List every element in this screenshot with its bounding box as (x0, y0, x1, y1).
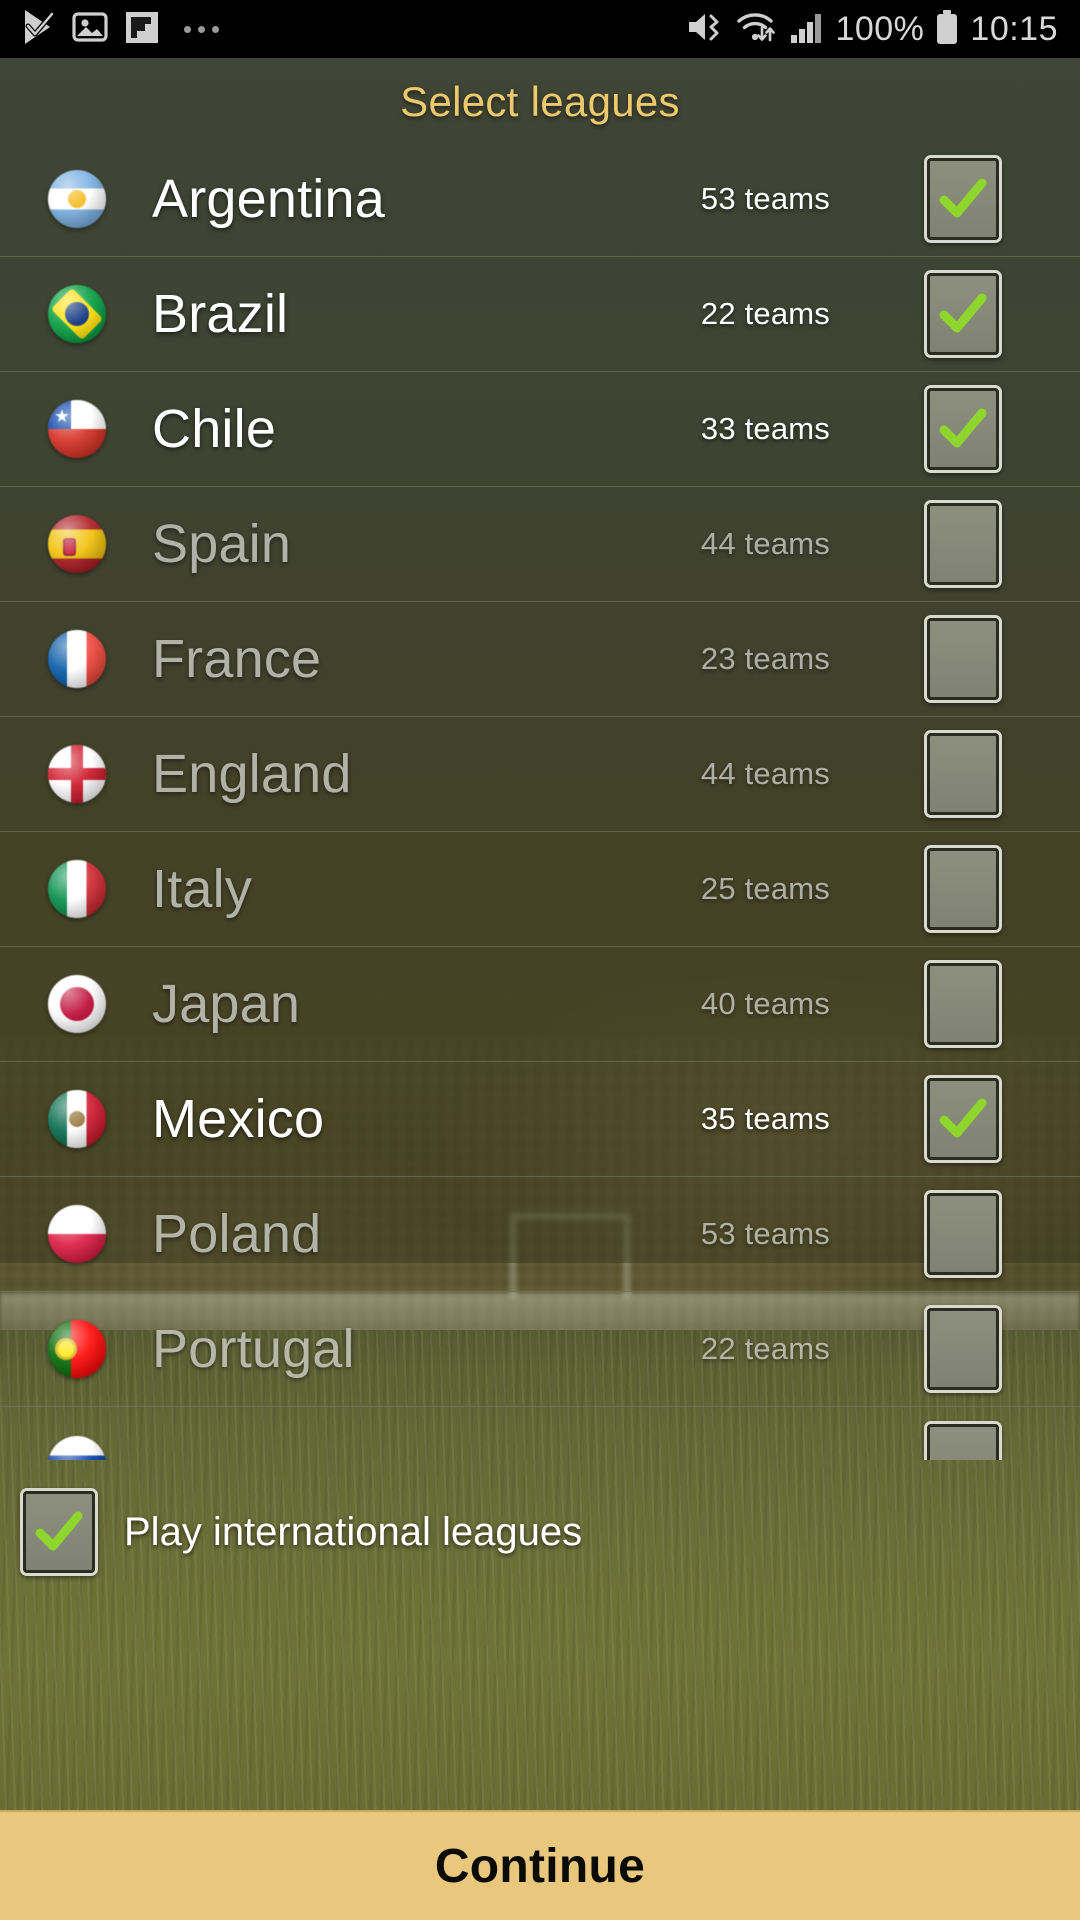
flag-mexico-icon (48, 1090, 106, 1148)
league-team-count: 22 teams (700, 296, 830, 331)
league-row[interactable]: Chile 33 teams (0, 372, 1080, 487)
league-name: England (152, 744, 352, 804)
mute-icon (686, 10, 724, 49)
league-row[interactable]: France 23 teams (0, 602, 1080, 717)
app-screen: 100% 10:15 Select leagues Argentina 53 te… (0, 0, 1080, 1920)
international-checkbox[interactable] (20, 1488, 98, 1576)
league-name: France (152, 629, 322, 689)
league-checkbox[interactable] (924, 845, 1002, 933)
league-row[interactable]: Poland 53 teams (0, 1177, 1080, 1292)
continue-button[interactable]: Continue (0, 1810, 1080, 1920)
flag-poland-icon (48, 1205, 106, 1263)
flag-france-icon (48, 630, 106, 688)
league-team-count: 25 teams (700, 871, 830, 906)
league-checkbox[interactable] (924, 1305, 1002, 1393)
play-store-check-icon (22, 8, 56, 51)
league-team-count: 22 teams (700, 1331, 830, 1366)
flag-spain-icon (48, 515, 106, 573)
league-name: Spain (152, 514, 292, 574)
league-team-count: 35 teams (700, 1101, 830, 1136)
international-label: Play international leagues (124, 1509, 583, 1554)
check-icon (939, 293, 987, 333)
flag-japan-icon (48, 975, 106, 1033)
flag-argentina-icon (48, 170, 106, 228)
continue-button-label: Continue (434, 1839, 646, 1893)
league-row[interactable]: Portugal 22 teams (0, 1292, 1080, 1407)
flag-italy-icon (48, 860, 106, 918)
league-name: Italy (152, 859, 253, 919)
league-team-count: 53 teams (700, 1216, 830, 1251)
league-team-count: 44 teams (700, 526, 830, 561)
status-bar: 100% 10:15 (0, 0, 1080, 58)
check-icon (939, 1098, 987, 1138)
status-bar-left (22, 8, 219, 51)
more-dots-icon (184, 25, 219, 33)
battery-percent-label: 100% (835, 9, 925, 48)
league-row[interactable]: Brazil 22 teams (0, 257, 1080, 372)
wifi-icon (735, 10, 779, 49)
check-icon (35, 1511, 83, 1551)
league-row[interactable] (0, 1407, 1080, 1460)
league-checkbox[interactable] (924, 155, 1002, 243)
league-checkbox[interactable] (924, 1190, 1002, 1278)
league-name: Poland (152, 1204, 322, 1264)
league-name: Portugal (152, 1319, 355, 1379)
signal-bars-icon (790, 10, 824, 49)
page-title: Select leagues (400, 78, 680, 125)
league-row[interactable]: Mexico 35 teams (0, 1062, 1080, 1177)
flag-portugal-icon (48, 1320, 106, 1378)
league-team-count: 44 teams (700, 756, 830, 791)
league-name: Brazil (152, 284, 289, 344)
league-name: Japan (152, 974, 301, 1034)
status-bar-right: 100% 10:15 (686, 9, 1058, 50)
league-checkbox[interactable] (924, 1075, 1002, 1163)
league-checkbox[interactable] (924, 1420, 1002, 1460)
flag-brazil-icon (48, 285, 106, 343)
flipboard-icon (124, 9, 160, 50)
league-row[interactable]: Spain 44 teams (0, 487, 1080, 602)
league-name: Chile (152, 399, 277, 459)
league-name: Argentina (152, 169, 385, 229)
league-checkbox[interactable] (924, 385, 1002, 473)
league-name: Mexico (152, 1089, 325, 1149)
league-row[interactable]: Japan 40 teams (0, 947, 1080, 1062)
league-row[interactable]: England 44 teams (0, 717, 1080, 832)
league-checkbox[interactable] (924, 730, 1002, 818)
clock-label: 10:15 (970, 9, 1058, 48)
league-team-count: 53 teams (700, 181, 830, 216)
league-row[interactable]: Argentina 53 teams (0, 142, 1080, 257)
league-row[interactable]: Italy 25 teams (0, 832, 1080, 947)
play-international-leagues-row[interactable]: Play international leagues (20, 1488, 582, 1576)
flag-russia-icon (48, 1435, 106, 1460)
league-team-count: 33 teams (700, 411, 830, 446)
league-list[interactable]: Argentina 53 teams Brazil 22 teams Chile 33 t… (0, 142, 1080, 1460)
league-checkbox[interactable] (924, 960, 1002, 1048)
league-team-count: 23 teams (700, 641, 830, 676)
league-checkbox[interactable] (924, 270, 1002, 358)
check-icon (939, 178, 987, 218)
photo-icon (72, 9, 108, 50)
battery-icon (935, 9, 959, 50)
league-checkbox[interactable] (924, 500, 1002, 588)
league-checkbox[interactable] (924, 615, 1002, 703)
league-team-count: 40 teams (700, 986, 830, 1021)
check-icon (939, 408, 987, 448)
flag-england-icon (48, 745, 106, 803)
flag-chile-icon (48, 400, 106, 458)
